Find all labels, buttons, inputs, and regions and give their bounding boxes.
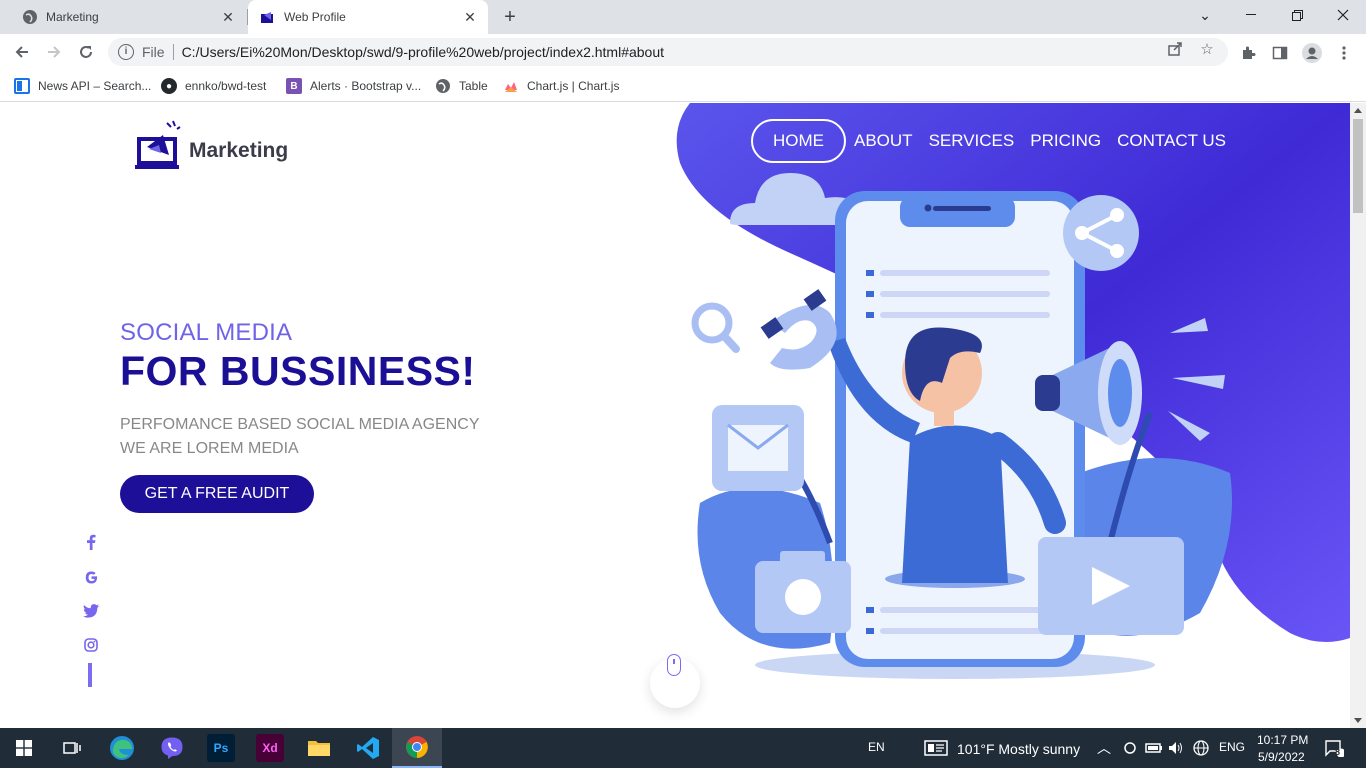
bookmark-star-icon[interactable]: ☆ [1198, 40, 1216, 58]
social-media-illustration [691, 173, 1232, 679]
globe-icon[interactable] [1187, 734, 1215, 762]
hero-desc-line: PERFOMANCE BASED SOCIAL MEDIA AGENCY [120, 416, 480, 433]
scroll-down-button[interactable] [650, 654, 700, 708]
tab-strip: Marketing ✕ Web Profile ✕ + ⌄ [0, 0, 1366, 34]
close-window-button[interactable] [1329, 4, 1357, 26]
globe-icon [22, 9, 38, 25]
clock-date[interactable]: 5/9/2022 [1258, 750, 1305, 764]
forward-arrow-icon[interactable] [42, 41, 66, 63]
instagram-icon[interactable] [82, 636, 100, 654]
nav-pricing[interactable]: PRICING [1030, 131, 1101, 151]
bookmark-label: ennko/bwd-test [185, 79, 267, 93]
chartjs-icon [503, 78, 519, 94]
tab-web-profile[interactable]: Web Profile ✕ [248, 0, 488, 34]
windows-start-icon[interactable] [10, 734, 38, 762]
extensions-icon[interactable] [1238, 43, 1258, 63]
volume-icon[interactable] [1162, 734, 1190, 762]
facebook-icon[interactable] [82, 533, 100, 551]
share-icon[interactable] [1166, 40, 1184, 58]
bookmark-chartjs[interactable]: Chart.js | Chart.js [503, 76, 619, 96]
close-tab-icon[interactable]: ✕ [220, 9, 236, 25]
close-tab-icon[interactable]: ✕ [462, 9, 478, 25]
browser-menu-icon[interactable] [1334, 43, 1354, 63]
bookmark-label: Alerts · Bootstrap v... [310, 79, 422, 93]
hero-description: PERFOMANCE BASED SOCIAL MEDIA AGENCY WE … [120, 413, 480, 461]
edge-browser-icon[interactable] [108, 734, 136, 762]
site-info-icon[interactable]: i [118, 44, 134, 60]
reload-icon[interactable] [74, 41, 98, 63]
hero-desc-line: WE ARE LOREM MEDIA [120, 440, 299, 457]
clock-time[interactable]: 10:17 PM [1257, 733, 1308, 747]
scroll-down-arrow-icon[interactable] [1354, 718, 1362, 723]
adobe-xd-icon[interactable]: Xd [256, 734, 284, 762]
vscode-icon[interactable] [354, 734, 382, 762]
globe-icon [435, 78, 451, 94]
hero-subtitle: SOCIAL MEDIA [120, 319, 293, 346]
restore-button[interactable] [1283, 4, 1311, 26]
bookmark-table[interactable]: Table [435, 76, 488, 96]
nav-contact[interactable]: CONTACT US [1117, 131, 1226, 151]
tab-title: Marketing [46, 10, 99, 24]
minimize-button[interactable] [1237, 4, 1265, 26]
notification-count: 8 [1335, 747, 1341, 757]
mouse-icon [667, 654, 681, 676]
tab-marketing[interactable]: Marketing ✕ [8, 0, 246, 34]
chevron-up-icon[interactable]: ︿ [1097, 738, 1111, 758]
input-language[interactable]: ENG [1219, 740, 1245, 754]
url-text[interactable]: C:/Users/Ei%20Mon/Desktop/swd/9-profile%… [182, 44, 664, 60]
tab-search-icon[interactable]: ⌄ [1191, 4, 1219, 26]
file-explorer-icon[interactable] [305, 734, 333, 762]
notification-icon[interactable] [1320, 734, 1348, 762]
viber-icon[interactable] [158, 734, 186, 762]
bookmark-label: Table [459, 79, 488, 93]
nav-services[interactable]: SERVICES [929, 131, 1015, 151]
photoshop-icon[interactable]: Ps [207, 734, 235, 762]
megaphone-logo-icon [260, 9, 276, 25]
page-viewport: Marketing HOME ABOUT SERVICES PRICING CO… [0, 103, 1350, 728]
logo-text: Marketing [189, 138, 289, 162]
nav-about[interactable]: ABOUT [854, 131, 913, 151]
scheme-label: File [142, 44, 165, 60]
weather-icon[interactable] [922, 734, 950, 762]
free-audit-button[interactable]: GET A FREE AUDIT [120, 475, 314, 513]
bootstrap-icon: B [286, 78, 302, 94]
twitter-icon[interactable] [82, 602, 100, 620]
new-tab-button[interactable]: + [500, 6, 520, 28]
hero-title: FOR BUSSINESS! [120, 348, 476, 394]
task-view-icon[interactable] [58, 734, 86, 762]
scrollbar-thumb[interactable] [1353, 119, 1363, 213]
main-nav: HOME ABOUT SERVICES PRICING CONTACT US [751, 119, 1242, 163]
omnibox-divider [172, 44, 174, 60]
scroll-up-arrow-icon[interactable] [1354, 108, 1362, 113]
bookmark-label: Chart.js | Chart.js [527, 79, 620, 93]
browser-toolbar: i File C:/Users/Ei%20Mon/Desktop/swd/9-p… [0, 34, 1366, 70]
profile-avatar-icon[interactable] [1302, 43, 1322, 63]
github-icon: ● [161, 78, 177, 94]
bookmark-label: News API – Search... [38, 79, 152, 93]
bookmark-bootstrap[interactable]: B Alerts · Bootstrap v... [286, 76, 421, 96]
side-panel-icon[interactable] [1270, 43, 1290, 63]
news-icon [14, 78, 30, 94]
nav-home[interactable]: HOME [751, 119, 846, 163]
megaphone-logo-icon [135, 117, 181, 174]
address-bar[interactable]: i File C:/Users/Ei%20Mon/Desktop/swd/9-p… [108, 38, 1228, 66]
google-icon[interactable] [82, 568, 100, 586]
site-logo[interactable]: Marketing [135, 117, 288, 174]
bookmark-github[interactable]: ● ennko/bwd-test [161, 76, 266, 96]
page-scrollbar[interactable] [1350, 103, 1366, 728]
language-indicator[interactable]: EN [868, 740, 885, 754]
windows-taskbar: Ps Xd EN 101°F Mostly sunny ︿ ENG 10:17 … [0, 728, 1366, 768]
bookmark-news-api[interactable]: News API – Search... [14, 76, 151, 96]
weather-text[interactable]: 101°F Mostly sunny [957, 741, 1080, 757]
social-divider-bar [88, 663, 92, 687]
chrome-taskbar-icon[interactable] [392, 728, 442, 768]
tab-title: Web Profile [284, 10, 346, 24]
bookmarks-bar: News API – Search... ● ennko/bwd-test B … [0, 70, 1366, 102]
back-arrow-icon[interactable] [10, 41, 34, 63]
